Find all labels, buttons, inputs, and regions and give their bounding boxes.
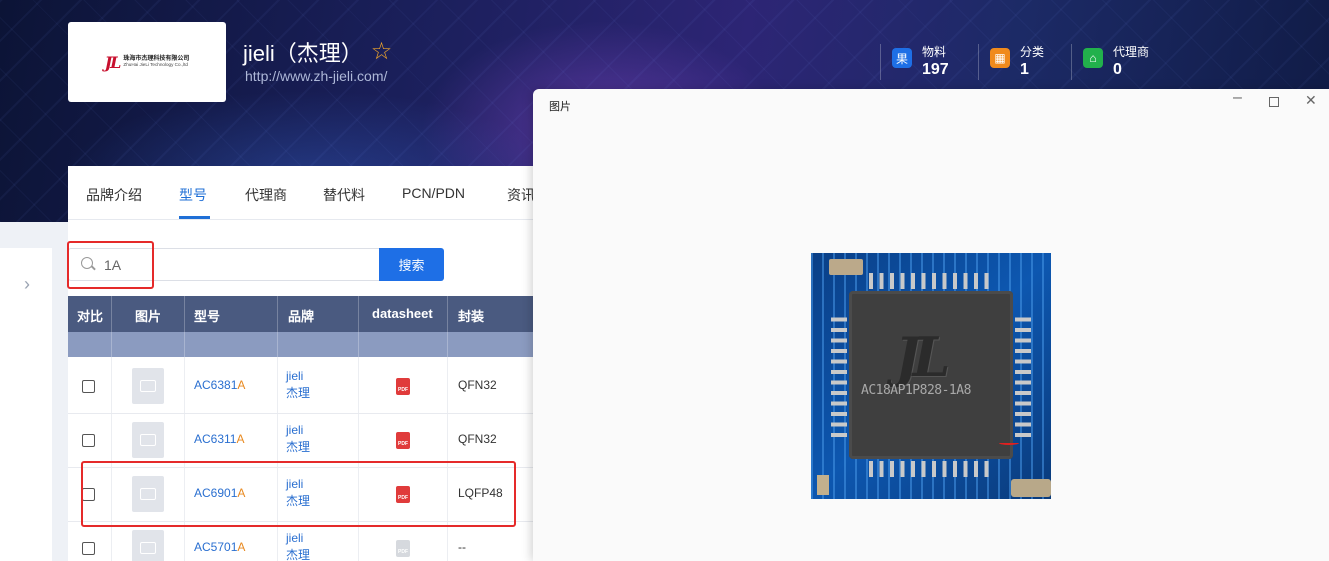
chip-photo: JL AC18AP1P828-1A8: [811, 253, 1051, 499]
brand-website-link[interactable]: http://www.zh-jieli.com/: [245, 68, 387, 84]
stat-label: 物料: [922, 45, 947, 59]
annotation-box-row: [81, 461, 516, 527]
table-row: AC6381A jieli 杰理 PDF QFN32: [68, 360, 538, 414]
model-link[interactable]: AC5701A: [194, 540, 245, 554]
model-link[interactable]: AC6311A: [194, 432, 245, 446]
logo-company-en: ZhuHai JieLi Technology Co.,ltd: [123, 61, 188, 67]
brand-link[interactable]: jieli 杰理: [286, 368, 310, 402]
image-placeholder-icon[interactable]: [132, 368, 164, 404]
header-package: 封装: [458, 309, 485, 324]
header-image: 图片: [135, 309, 162, 324]
stat-materials: 果 物料 197: [880, 44, 949, 80]
package-value: QFN32: [458, 432, 497, 446]
stat-value: 1: [1020, 61, 1029, 78]
tab-bar: 品牌介绍 型号 代理商 替代料 PCN/PDN 资讯: [68, 166, 538, 220]
stat-label: 代理商: [1113, 45, 1150, 59]
stat-value: 0: [1113, 61, 1122, 78]
window-title: 图片: [549, 101, 571, 113]
tab-models[interactable]: 型号: [179, 185, 207, 205]
package-value: --: [458, 540, 466, 554]
brand-name: jieli（杰理）: [243, 41, 363, 66]
stat-distributors: ⌂ 代理商 0: [1071, 44, 1150, 80]
header-brand: 品牌: [288, 309, 315, 324]
brand-logo: JL 珠海市杰理科技有限公司 ZhuHai JieLi Technology C…: [68, 22, 226, 102]
annotation-box-search: [67, 241, 154, 289]
image-viewer-window: 图片 – ✕ JL AC18AP1P828-1A8: [533, 89, 1329, 561]
chip-marking: AC18AP1P828-1A8: [861, 383, 971, 398]
material-icon: 果: [892, 48, 912, 68]
tab-alternatives[interactable]: 替代料: [323, 185, 365, 205]
chip-logo: JL: [895, 325, 950, 389]
tab-pcn-pdn[interactable]: PCN/PDN: [402, 185, 465, 201]
compare-checkbox[interactable]: [82, 380, 95, 393]
annotation-underline: [999, 441, 1019, 445]
table-row: AC5701A jieli 杰理 PDF --: [68, 522, 538, 561]
star-outline-icon[interactable]: ☆: [371, 40, 393, 64]
compare-checkbox[interactable]: [82, 542, 95, 555]
package-value: QFN32: [458, 378, 497, 392]
stat-value: 197: [922, 61, 949, 78]
compare-checkbox[interactable]: [82, 434, 95, 447]
pdf-icon[interactable]: PDF: [396, 378, 410, 395]
brand-title: jieli（杰理） ☆: [243, 36, 392, 68]
pdf-icon-disabled: PDF: [396, 540, 410, 557]
stat-categories: ▦ 分类 1: [978, 44, 1045, 80]
table-row: AC6311A jieli 杰理 PDF QFN32: [68, 414, 538, 468]
image-placeholder-icon[interactable]: [132, 422, 164, 458]
brand-link[interactable]: jieli 杰理: [286, 422, 310, 456]
minimize-icon[interactable]: –: [1233, 89, 1242, 107]
model-link[interactable]: AC6381A: [194, 378, 245, 392]
close-icon[interactable]: ✕: [1305, 92, 1317, 109]
store-icon: ⌂: [1083, 48, 1103, 68]
header-compare: 对比: [77, 309, 104, 324]
header-datasheet: datasheet: [372, 306, 433, 321]
stat-label: 分类: [1020, 45, 1045, 59]
tab-brand-intro[interactable]: 品牌介绍: [86, 185, 142, 205]
brand-link[interactable]: jieli 杰理: [286, 530, 310, 561]
maximize-icon[interactable]: [1269, 97, 1279, 107]
tab-distributors[interactable]: 代理商: [245, 185, 287, 205]
chip-package: JL AC18AP1P828-1A8: [849, 291, 1019, 459]
table-header: 对比 图片 型号 品牌 datasheet 封装: [68, 296, 538, 332]
image-placeholder-icon[interactable]: [132, 530, 164, 561]
active-tab-indicator: [179, 216, 210, 219]
category-icon: ▦: [990, 48, 1010, 68]
chevron-right-icon[interactable]: ›: [24, 274, 30, 295]
table-filter-row: [68, 332, 538, 357]
logo-mark-jl: JL: [104, 52, 122, 72]
tab-news[interactable]: 资讯: [507, 185, 535, 205]
search-button[interactable]: 搜索: [379, 248, 444, 281]
pdf-icon[interactable]: PDF: [396, 432, 410, 449]
header-model: 型号: [194, 309, 221, 324]
